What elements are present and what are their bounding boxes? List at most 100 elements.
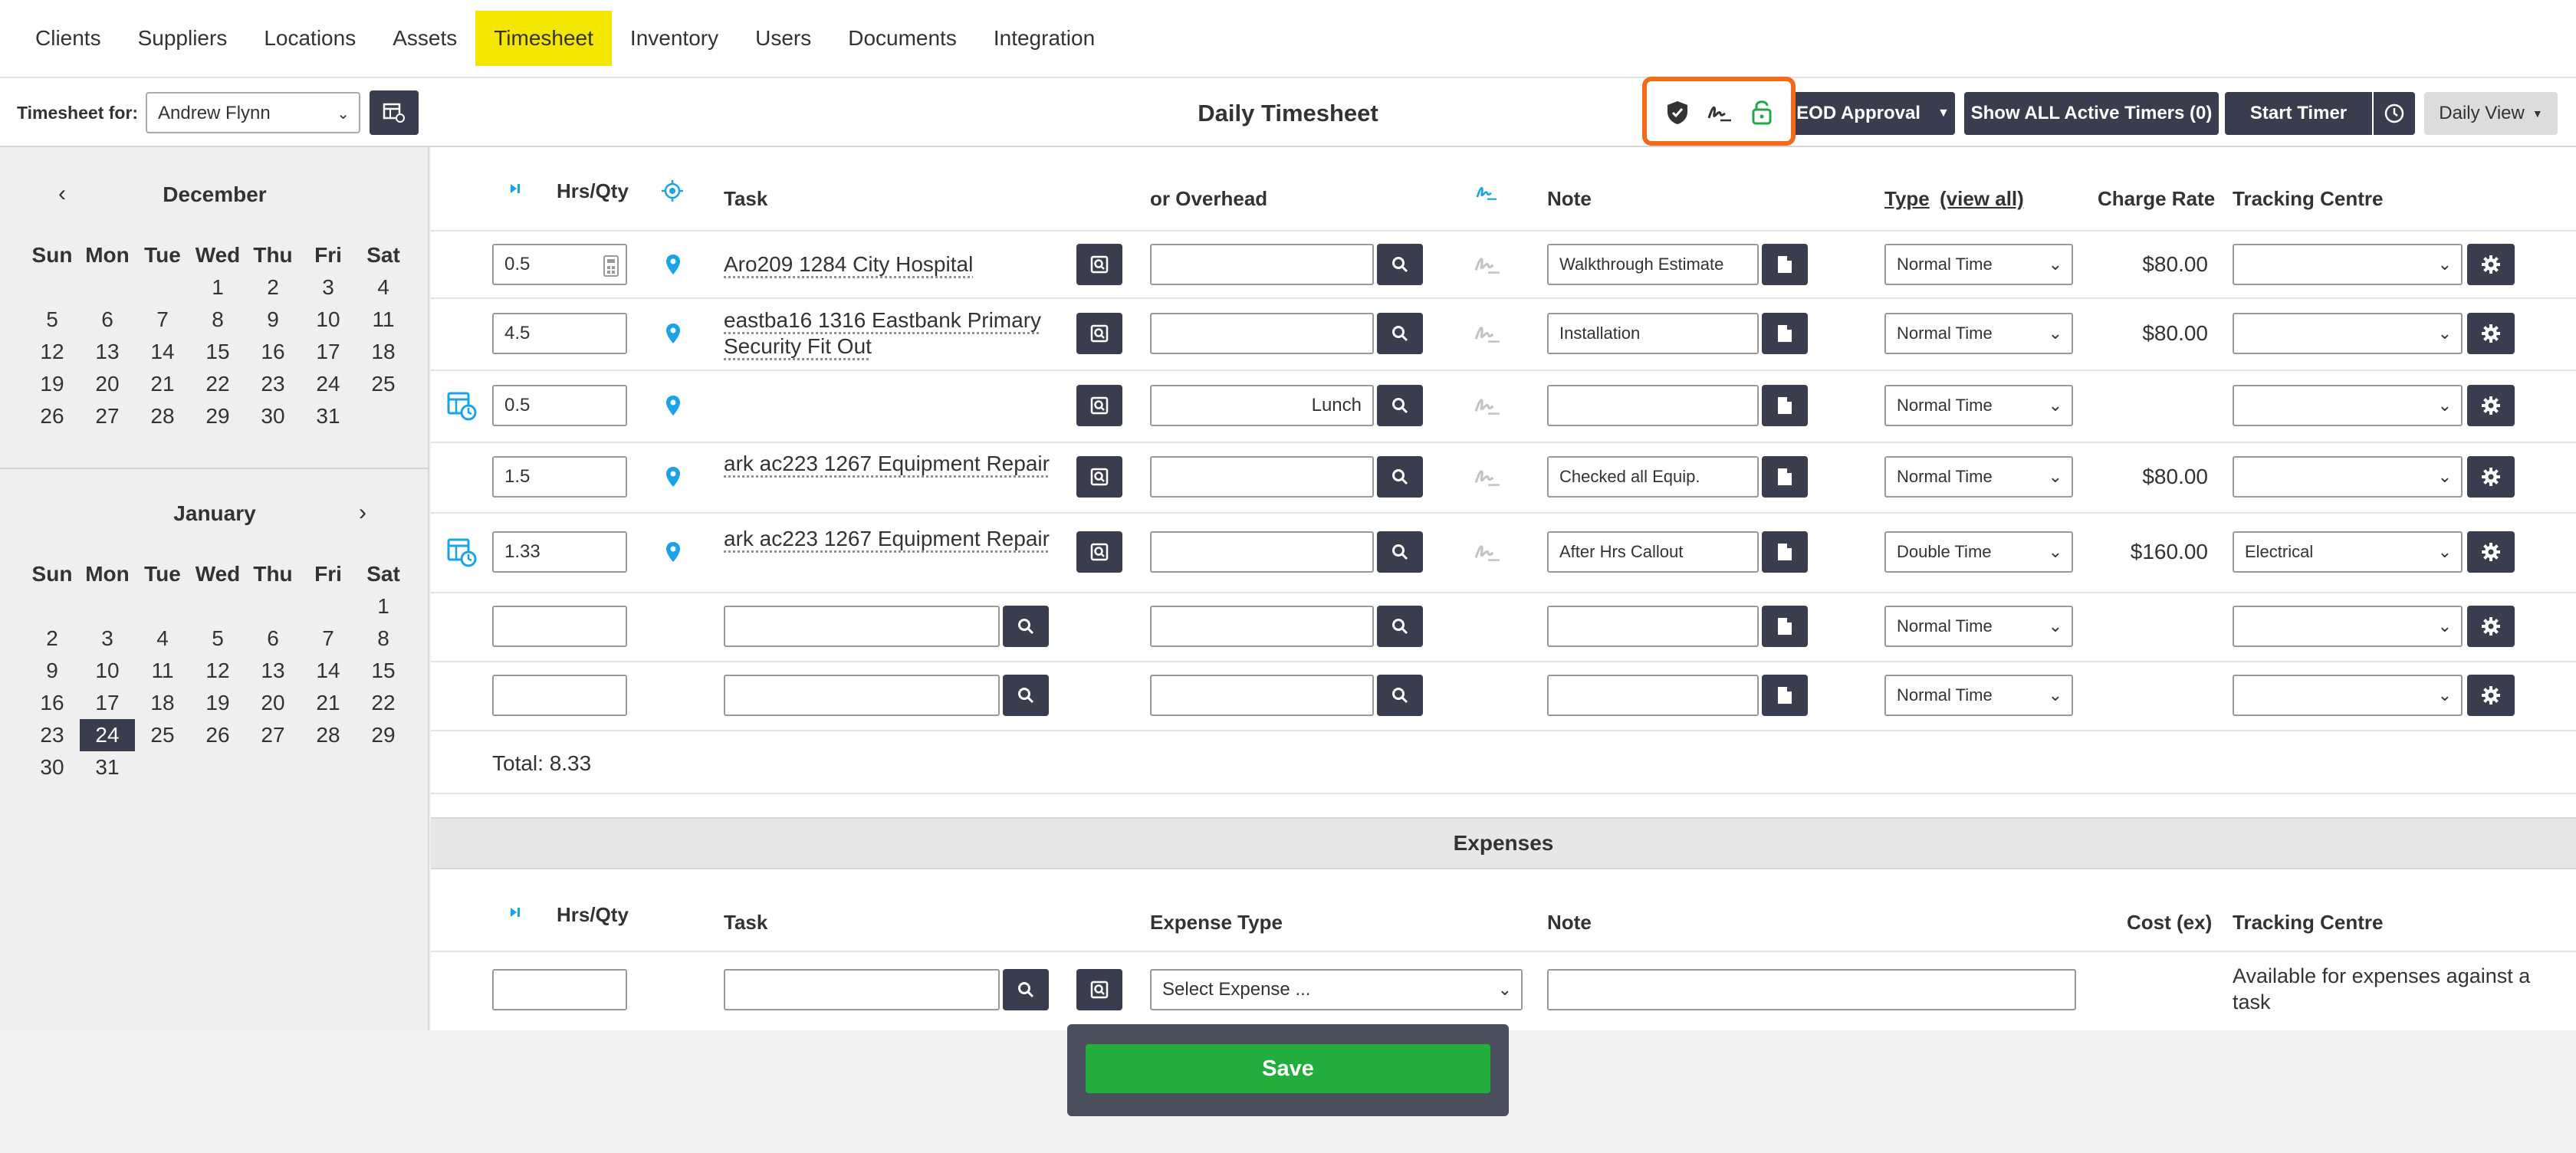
save-button[interactable]: Save [1086, 1044, 1490, 1093]
calendar-day[interactable]: 28 [301, 719, 356, 751]
locate-icon[interactable] [661, 179, 684, 206]
note-attach-button[interactable] [1762, 531, 1808, 573]
overhead-input[interactable] [1150, 456, 1374, 498]
overhead-input[interactable]: Lunch [1150, 385, 1374, 426]
row-settings-button[interactable] [2467, 675, 2515, 716]
nav-suppliers[interactable]: Suppliers [120, 11, 246, 66]
calendar-day[interactable]: 30 [25, 751, 80, 783]
calendar-day[interactable]: 5 [190, 622, 245, 655]
daily-view-dropdown[interactable]: Daily View ▼ [2424, 92, 2558, 135]
task-link[interactable]: ark ac223 1267 Equipment Repair [724, 526, 1061, 552]
tracking-centre-select[interactable]: ⌄ [2233, 385, 2463, 426]
calendar-day[interactable]: 10 [301, 304, 356, 336]
row-settings-button[interactable] [2467, 606, 2515, 647]
note-input[interactable]: Checked all Equip. [1547, 456, 1759, 498]
tracking-centre-select[interactable]: ⌄ [2233, 313, 2463, 354]
calendar-day[interactable]: 21 [301, 687, 356, 719]
calendar-day[interactable]: 11 [135, 655, 190, 687]
calendar-day[interactable]: 20 [245, 687, 301, 719]
overhead-input[interactable] [1150, 313, 1374, 354]
show-active-timers-button[interactable]: Show ALL Active Timers (0) [1964, 92, 2219, 135]
signature-button[interactable] [1474, 465, 1501, 493]
calendar-day[interactable]: 8 [190, 304, 245, 336]
row-settings-button[interactable] [2467, 531, 2515, 573]
type-select[interactable]: Normal Time ⌄ [1884, 675, 2073, 716]
type-select[interactable]: Double Time ⌄ [1884, 531, 2073, 573]
task-lookup-button[interactable] [1076, 385, 1122, 426]
tracking-centre-select[interactable]: Electrical ⌄ [2233, 531, 2463, 573]
calendar-day[interactable]: 6 [245, 622, 301, 655]
skip-icon[interactable] [508, 181, 523, 200]
timer-calendar-button[interactable] [446, 390, 477, 425]
calendar-day[interactable]: 31 [80, 751, 135, 783]
type-select[interactable]: Normal Time ⌄ [1884, 456, 2073, 498]
calendar-day[interactable]: 25 [135, 719, 190, 751]
calendar-day[interactable]: 4 [135, 622, 190, 655]
calendar-day[interactable]: 6 [80, 304, 135, 336]
hrs-qty-input[interactable]: 4.5 [492, 313, 627, 354]
calendar-day[interactable]: 10 [80, 655, 135, 687]
calendar-day[interactable]: 2 [25, 622, 80, 655]
calendar-day[interactable]: 9 [25, 655, 80, 687]
calculator-icon[interactable] [603, 253, 619, 284]
nav-users[interactable]: Users [737, 11, 830, 66]
overhead-input[interactable] [1150, 606, 1374, 647]
start-timer-button[interactable]: Start Timer [2225, 92, 2372, 135]
calendar-day[interactable]: 13 [245, 655, 301, 687]
calendar-day[interactable]: 17 [301, 336, 356, 368]
note-attach-button[interactable] [1762, 606, 1808, 647]
calendar-day[interactable]: 7 [301, 622, 356, 655]
calendar-day[interactable]: 11 [356, 304, 411, 336]
signature-button[interactable] [1474, 540, 1501, 568]
overhead-search-button[interactable] [1377, 313, 1423, 354]
row-settings-button[interactable] [2467, 244, 2515, 285]
row-settings-button[interactable] [2467, 456, 2515, 498]
calendar-day[interactable]: 19 [25, 368, 80, 400]
tracking-centre-select[interactable]: ⌄ [2233, 606, 2463, 647]
nav-assets[interactable]: Assets [374, 11, 475, 66]
nav-documents[interactable]: Documents [830, 11, 975, 66]
overhead-search-button[interactable] [1377, 244, 1423, 285]
calendar-day[interactable]: 16 [245, 336, 301, 368]
signature-button[interactable] [1474, 252, 1501, 281]
calendar-day[interactable]: 27 [80, 400, 135, 432]
task-search-button[interactable] [1003, 606, 1049, 647]
calendar-day[interactable]: 20 [80, 368, 135, 400]
type-select[interactable]: Normal Time ⌄ [1884, 385, 2073, 426]
location-button[interactable] [665, 323, 681, 344]
note-input[interactable] [1547, 675, 1759, 716]
calendar-day[interactable]: 21 [135, 368, 190, 400]
nav-inventory[interactable]: Inventory [612, 11, 737, 66]
overhead-search-button[interactable] [1377, 675, 1423, 716]
calendar-day[interactable]: 22 [190, 368, 245, 400]
nav-timesheet[interactable]: Timesheet [475, 11, 612, 66]
location-button[interactable] [665, 466, 681, 488]
calendar-day[interactable]: 16 [25, 687, 80, 719]
tracking-centre-select[interactable]: ⌄ [2233, 456, 2463, 498]
note-input[interactable] [1547, 606, 1759, 647]
header-type[interactable]: Type [1884, 187, 1930, 211]
task-input[interactable] [724, 675, 1000, 716]
overhead-input[interactable] [1150, 244, 1374, 285]
calendar-day[interactable]: 23 [245, 368, 301, 400]
calendar-day[interactable]: 15 [356, 655, 411, 687]
note-attach-button[interactable] [1762, 244, 1808, 285]
calendar-day[interactable]: 3 [301, 271, 356, 304]
calendar-day[interactable]: 19 [190, 687, 245, 719]
overhead-search-button[interactable] [1377, 385, 1423, 426]
task-lookup-button[interactable] [1076, 531, 1122, 573]
type-select[interactable]: Normal Time ⌄ [1884, 244, 2073, 285]
view-all-types-link[interactable]: (view all) [1940, 187, 2024, 211]
type-select[interactable]: Normal Time ⌄ [1884, 606, 2073, 647]
type-select[interactable]: Normal Time ⌄ [1884, 313, 2073, 354]
timesheet-user-select[interactable]: Andrew Flynn ⌄ [146, 92, 360, 133]
signature-button[interactable] [1474, 321, 1501, 350]
calendar-day[interactable]: 18 [135, 687, 190, 719]
calendar-day[interactable]: 14 [135, 336, 190, 368]
calendar-day[interactable]: 26 [190, 719, 245, 751]
calendar-day[interactable]: 22 [356, 687, 411, 719]
calendar-day[interactable]: 31 [301, 400, 356, 432]
calendar-day[interactable]: 25 [356, 368, 411, 400]
signature-header-icon[interactable] [1475, 182, 1498, 206]
overhead-search-button[interactable] [1377, 606, 1423, 647]
